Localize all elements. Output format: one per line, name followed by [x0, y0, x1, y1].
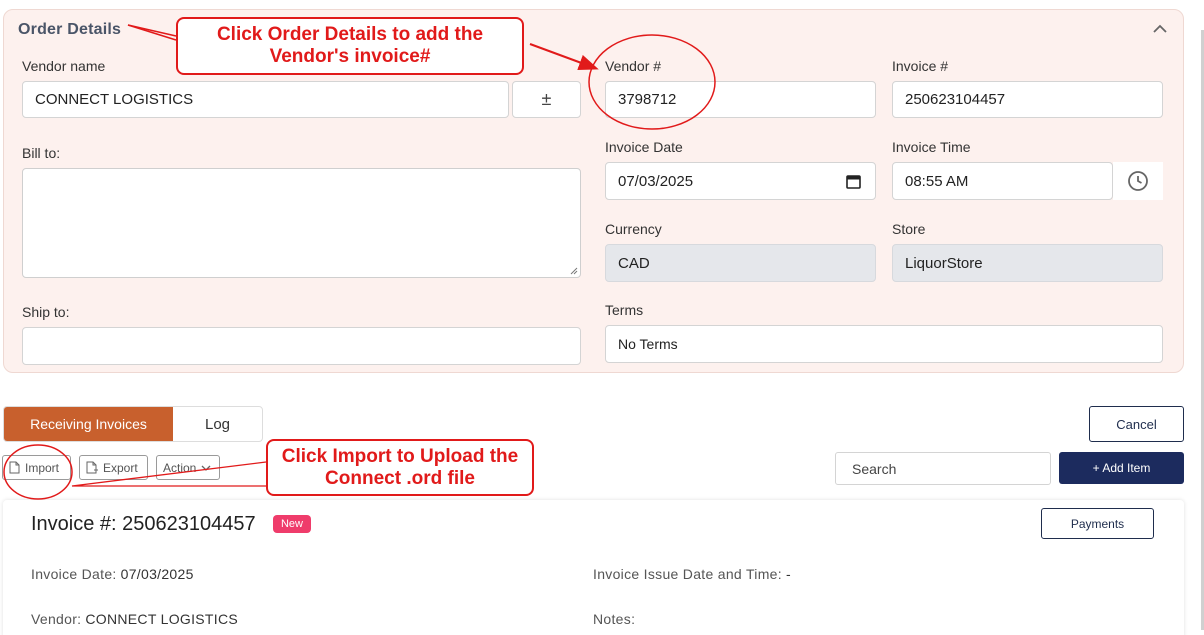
terms-select[interactable]: No Terms	[605, 325, 1163, 363]
invoice-number-label: Invoice #	[892, 58, 949, 74]
invoice-date-value: 07/03/2025	[618, 172, 694, 190]
vendor-meta-label: Vendor:	[31, 611, 82, 627]
export-label: Export	[103, 460, 138, 475]
order-callout-line1: Click Order Details to add the	[216, 24, 484, 45]
action-label: Action	[163, 460, 197, 475]
issue-date-meta-label: Invoice Issue Date and Time:	[593, 566, 782, 582]
invoice-date-meta-value: 07/03/2025	[120, 566, 194, 582]
bill-to-label: Bill to:	[22, 145, 61, 161]
tab-receiving-invoices[interactable]: Receiving Invoices	[4, 407, 173, 441]
invoice-number-input[interactable]: 250623104457	[892, 81, 1163, 118]
chevron-up-icon[interactable]	[1151, 20, 1169, 38]
action-dropdown[interactable]: Action	[156, 455, 220, 480]
issue-date-meta: Invoice Issue Date and Time: -	[593, 566, 791, 582]
file-import-icon	[9, 461, 20, 474]
order-callout-line2: Vendor's invoice#	[269, 46, 431, 67]
vendor-number-label: Vendor #	[605, 58, 662, 74]
bill-to-textarea[interactable]	[22, 168, 581, 278]
time-picker-button[interactable]	[1113, 162, 1163, 200]
resize-grip-icon[interactable]	[570, 267, 578, 275]
invoice-date-label: Invoice Date	[605, 139, 683, 155]
invoice-date-meta-label: Invoice Date:	[31, 566, 117, 582]
search-input[interactable]: Search	[835, 452, 1051, 485]
vendor-meta: Vendor: CONNECT LOGISTICS	[31, 611, 238, 627]
cancel-button[interactable]: Cancel	[1089, 406, 1184, 442]
file-export-icon	[86, 461, 98, 474]
vendor-name-input[interactable]: CONNECT LOGISTICS	[22, 81, 509, 118]
import-callout-line1: Click Import to Upload the	[281, 445, 519, 467]
vendor-meta-value: CONNECT LOGISTICS	[85, 611, 239, 627]
invoice-date-meta: Invoice Date: 07/03/2025	[31, 566, 194, 582]
import-callout-line2: Connect .ord file	[325, 467, 475, 489]
store-label: Store	[892, 221, 926, 237]
vendor-name-label: Vendor name	[22, 58, 106, 74]
import-label: Import	[25, 460, 60, 475]
currency-field: CAD	[605, 244, 876, 282]
calendar-icon[interactable]	[846, 174, 861, 189]
invoice-summary-title: Invoice #: 250623104457	[31, 513, 256, 535]
payments-button[interactable]: Payments	[1041, 508, 1154, 539]
notes-label: Notes:	[593, 611, 636, 627]
issue-date-meta-value: -	[785, 566, 791, 582]
import-button[interactable]: Import	[2, 455, 71, 480]
invoice-time-label: Invoice Time	[892, 139, 971, 155]
status-badge: New	[273, 515, 311, 533]
order-details-title[interactable]: Order Details	[18, 21, 121, 39]
vendor-toggle-button[interactable]: ±	[512, 81, 581, 118]
vendor-number-input[interactable]: 3798712	[605, 81, 876, 118]
chevron-down-icon	[201, 465, 211, 471]
invoice-tabs: Receiving Invoices Log	[3, 406, 263, 442]
order-details-callout: Click Order Details to add the Vendor's …	[176, 17, 524, 75]
terms-label: Terms	[605, 302, 644, 318]
invoice-time-input[interactable]: 08:55 AM	[892, 162, 1113, 200]
clock-icon	[1128, 171, 1148, 191]
import-callout: Click Import to Upload the Connect .ord …	[266, 439, 534, 496]
store-field: LiquorStore	[892, 244, 1163, 282]
currency-label: Currency	[605, 221, 662, 237]
add-item-button[interactable]: + Add Item	[1059, 452, 1184, 484]
tab-log[interactable]: Log	[173, 407, 262, 441]
ship-to-label: Ship to:	[22, 304, 70, 320]
export-button[interactable]: Export	[79, 455, 148, 480]
ship-to-input[interactable]	[22, 327, 581, 365]
invoice-date-input[interactable]: 07/03/2025	[605, 162, 876, 200]
